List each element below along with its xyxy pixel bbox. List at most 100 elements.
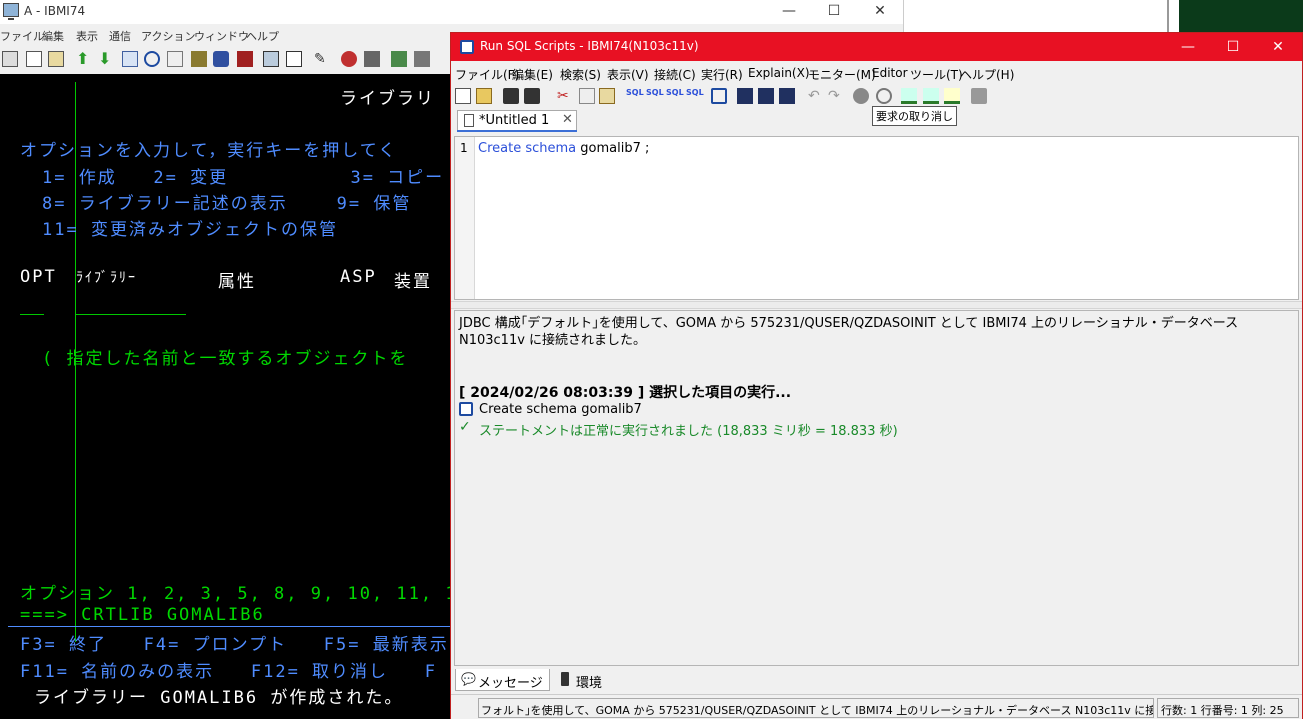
sql-run-all-icon[interactable]: SQL [646,88,664,104]
library-input-field[interactable] [76,314,186,315]
bottom-tabs: 💬 メッセージ 環境 [451,669,1302,693]
connection-message: JDBC 構成｢デフォルト｣を使用して、GOMA から 575231/QUSER… [459,316,1239,348]
open-icon[interactable] [476,88,492,104]
sql-run-selected-icon[interactable]: SQL [686,88,704,104]
menu-edit[interactable]: 編集 [42,28,64,44]
column-header-asp: ASP [340,267,377,287]
stop-icon[interactable] [414,51,430,67]
monitor-stop-icon[interactable] [923,88,939,104]
menu-editor[interactable]: Editor [872,66,908,80]
transfer-icon[interactable] [391,51,407,67]
menu-tools[interactable]: ツール(T) [910,66,963,83]
calendar-icon[interactable] [237,51,253,67]
menu-monitor[interactable]: モニター(M) [808,66,876,83]
options-line-3: 11= 変更済みオブジェクトの保管 [42,220,338,240]
sql-window: Run SQL Scripts - IBMI74(N103c11v) — ☐ ✕… [450,32,1303,719]
maximize-button[interactable]: ☐ [1218,37,1248,57]
connect-icon[interactable] [711,88,727,104]
sql-keyword: Create schema [478,141,577,156]
statement-icon [459,402,473,416]
macro-icon[interactable]: ✎ [314,51,330,67]
print-icon[interactable] [2,51,18,67]
cancel-request-icon[interactable] [876,88,892,104]
copy-icon[interactable] [26,51,42,67]
desktop-background [1179,0,1303,32]
upload-icon[interactable]: ⬆ [76,51,92,67]
box-icon[interactable] [191,51,207,67]
printer-icon[interactable] [364,51,380,67]
compass-icon[interactable] [144,51,160,67]
sql-editor[interactable]: 1 Create schema gomalib7 ; [454,136,1299,300]
tab-messages-label: メッセージ [478,676,543,691]
save-icon[interactable] [503,88,519,104]
close-button[interactable]: ✕ [865,2,895,20]
sql-run-from-icon[interactable]: SQL [666,88,684,104]
settings-icon[interactable] [213,51,229,67]
menu-connection[interactable]: 接続(C) [654,66,696,83]
paste-icon[interactable] [48,51,64,67]
explain-icon[interactable] [737,88,753,104]
menu-file[interactable]: ファイル(F) [455,66,519,83]
maximize-button[interactable]: ☐ [819,2,849,20]
explain-run-icon[interactable] [779,88,795,104]
menu-explain[interactable]: Explain(X) [748,66,810,80]
document-icon[interactable] [122,51,138,67]
stop-icon[interactable] [853,88,869,104]
menu-action[interactable]: アクション [141,28,195,44]
menu-search[interactable]: 検索(S) [560,66,601,83]
window-border [1167,0,1169,32]
status-message: ライブラリー GOMALIB6 が作成された。 [34,688,404,708]
function-keys-2: F11= 名前のみの表示 F12= 取り消し F [20,662,437,682]
monitor-icon [3,3,19,20]
user-icon[interactable] [341,51,357,67]
copy-icon[interactable] [579,88,595,104]
command-underline [8,626,452,627]
menu-view[interactable]: 表示(V) [607,66,649,83]
menu-edit[interactable]: 編集(E) [512,66,553,83]
pane-splitter[interactable] [451,301,1302,309]
sql-code-rest: gomalib7 ; [576,141,650,156]
page-icon[interactable] [167,51,183,67]
column-header-device: 装置 [394,272,432,292]
minimize-button[interactable]: — [1173,37,1203,57]
checkmark-icon: ✓ [459,419,471,435]
menu-run[interactable]: 実行(R) [701,66,743,83]
explain-all-icon[interactable] [758,88,774,104]
redo-icon[interactable]: ↷ [828,88,844,104]
menu-help[interactable]: ヘルプ(H) [960,66,1014,83]
executed-statement: Create schema gomalib7 [479,402,642,417]
save-as-icon[interactable] [524,88,540,104]
environment-icon[interactable] [561,672,569,686]
tab-environment[interactable]: 環境 [576,672,602,691]
terminal-screen[interactable]: ライブラリ オプションを入力して，実行キーを押してく 1= 作成 2= 変更 3… [0,74,452,719]
menu-view[interactable]: 表示 [76,28,98,44]
sql-titlebar[interactable]: Run SQL Scripts - IBMI74(N103c11v) — ☐ ✕ [451,33,1302,61]
download-icon[interactable]: ⬇ [98,51,114,67]
menu-file[interactable]: ファイル [0,28,44,44]
monitor-start-icon[interactable] [901,88,917,104]
tab-close-icon[interactable]: ✕ [562,112,573,127]
minimize-button[interactable]: — [774,2,804,20]
opt-input-field[interactable] [20,314,44,315]
keyboard-icon[interactable] [263,51,279,67]
close-button[interactable]: ✕ [1263,37,1293,57]
monitor-view-icon[interactable] [944,88,960,104]
column-header-attribute: 属性 [218,272,256,292]
undo-icon[interactable]: ↶ [808,88,824,104]
tab-untitled-1[interactable]: *Untitled 1 ✕ [457,110,577,131]
paste-icon[interactable] [599,88,615,104]
tab-messages[interactable]: 💬 メッセージ [455,669,550,691]
menu-window[interactable]: ウィンドウ [194,28,249,44]
print-icon[interactable] [971,88,987,104]
menu-help[interactable]: ヘルプ [246,28,279,44]
menu-comm[interactable]: 通信 [109,28,131,44]
sql-run-icon[interactable]: SQL [626,88,644,104]
sql-code-line[interactable]: Create schema gomalib7 ; [478,141,649,156]
new-icon[interactable] [455,88,471,104]
cut-icon[interactable]: ✂ [557,88,573,104]
grid-icon[interactable] [286,51,302,67]
no-match-text: ( 指定した名前と一致するオブジェクトを [42,349,409,369]
command-line[interactable]: ===> CRTLIB GOMALIB6 [20,605,265,625]
background-window [903,0,1168,32]
messages-pane[interactable]: JDBC 構成｢デフォルト｣を使用して、GOMA から 575231/QUSER… [454,310,1299,666]
